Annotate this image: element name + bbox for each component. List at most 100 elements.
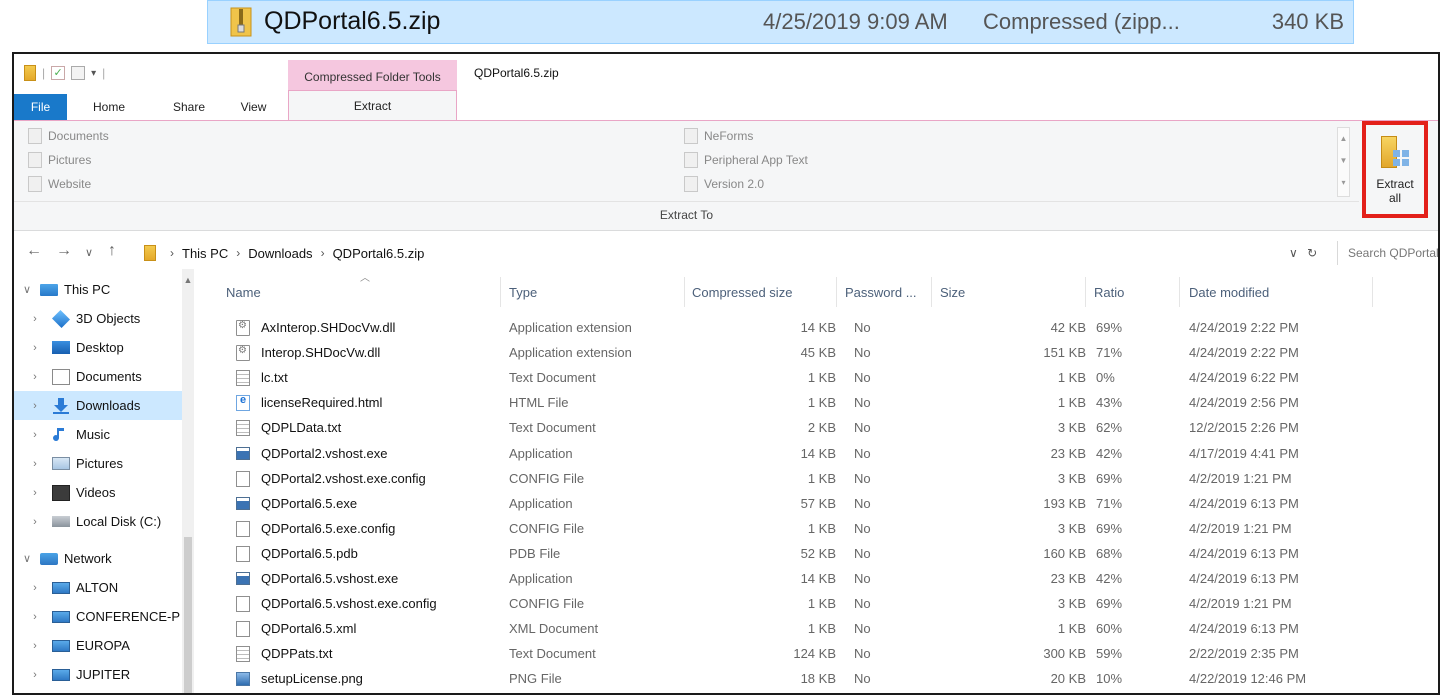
collapsed-chevron-icon[interactable]: ›	[28, 582, 42, 594]
nav-item-alton[interactable]: › ALTON	[14, 573, 182, 602]
nav-item-documents[interactable]: › Documents	[14, 362, 182, 391]
table-row[interactable]: lc.txt Text Document 1 KB No 1 KB 0% 4/24/2019…	[204, 365, 1384, 390]
nav-item-3d-objects[interactable]: › 3D Objects	[14, 304, 182, 333]
nav-item-this-pc[interactable]: ∨ This PC	[14, 275, 182, 304]
address-dropdown-icon[interactable]: ∨	[1289, 246, 1298, 260]
column-divider[interactable]	[1372, 277, 1373, 307]
collapsed-chevron-icon[interactable]: ›	[28, 400, 42, 412]
column-divider[interactable]	[931, 277, 932, 307]
collapsed-chevron-icon[interactable]: ›	[28, 429, 42, 441]
column-header-password[interactable]: Password ...	[845, 281, 917, 305]
videos-icon	[52, 484, 70, 501]
collapsed-chevron-icon[interactable]: ›	[28, 516, 42, 528]
table-row[interactable]: QDPortal6.5.exe Application 57 KB No 193 KB 7…	[204, 491, 1384, 516]
scroll-down-icon[interactable]: ▼	[1338, 150, 1349, 172]
nav-item-desktop[interactable]: › Desktop	[14, 333, 182, 362]
table-row[interactable]: licenseRequired.html HTML File 1 KB No 1 KB 4…	[204, 390, 1384, 415]
customize-toolbar-icon[interactable]: ▾	[91, 68, 96, 79]
scrollbar-thumb[interactable]	[184, 537, 192, 693]
nav-item-music[interactable]: › Music	[14, 420, 182, 449]
nav-item-pictures[interactable]: › Pictures	[14, 449, 182, 478]
tab-home[interactable]: Home	[84, 94, 134, 120]
recent-locations-chevron-icon[interactable]: ∨	[85, 246, 93, 259]
tab-extract[interactable]: Extract	[288, 90, 457, 120]
gallery-scrollbar[interactable]: ▲ ▼ ▾	[1337, 127, 1350, 197]
collapsed-chevron-icon[interactable]: ›	[28, 313, 42, 325]
expanded-chevron-icon[interactable]: ∨	[20, 283, 34, 296]
column-divider[interactable]	[684, 277, 685, 307]
nav-item-local-disk[interactable]: › Local Disk (C:)	[14, 507, 182, 536]
column-divider[interactable]	[1179, 277, 1180, 307]
new-folder-icon[interactable]	[71, 66, 86, 80]
breadcrumb-this-pc[interactable]: This PC	[182, 246, 228, 261]
table-row[interactable]: QDPortal2.vshost.exe Application 14 KB No 23…	[204, 441, 1384, 466]
gallery-expand-icon[interactable]: ▾	[1338, 172, 1349, 194]
table-row[interactable]: setupLicense.png PNG File 18 KB No 20 KB 10% 4…	[204, 666, 1384, 691]
collapsed-chevron-icon[interactable]: ›	[28, 458, 42, 470]
column-header-ratio[interactable]: Ratio	[1094, 281, 1124, 305]
expanded-chevron-icon[interactable]: ∨	[20, 552, 34, 565]
back-arrow-icon[interactable]: ←	[26, 242, 42, 260]
nav-item-conference-p[interactable]: › CONFERENCE-P	[14, 602, 182, 631]
table-row[interactable]: QDPPats.txt Text Document 124 KB No 300 KB 59…	[204, 641, 1384, 666]
tab-share[interactable]: Share	[164, 94, 214, 120]
destination-peripheral-app-text[interactable]: Peripheral App Text	[684, 150, 808, 170]
nav-item-jupiter[interactable]: › JUPITER	[14, 660, 182, 689]
table-row[interactable]: QDPortal6.5.xml XML Document 1 KB No 1 KB 60%…	[204, 616, 1384, 641]
file-type: CONFIG File	[509, 470, 585, 486]
destination-pictures[interactable]: Pictures	[28, 150, 91, 170]
breadcrumb-separator-icon[interactable]: ›	[321, 246, 325, 260]
nav-item-network[interactable]: ∨ Network	[14, 544, 182, 573]
column-divider[interactable]	[1085, 277, 1086, 307]
collapsed-chevron-icon[interactable]: ›	[28, 342, 42, 354]
nav-item-europa[interactable]: › EUROPA	[14, 631, 182, 660]
forward-arrow-icon[interactable]: →	[56, 242, 72, 260]
destination-documents[interactable]: Documents	[28, 126, 109, 146]
extract-all-button[interactable]: Extract all	[1362, 121, 1428, 218]
column-divider[interactable]	[836, 277, 837, 307]
collapsed-chevron-icon[interactable]: ›	[28, 611, 42, 623]
column-divider[interactable]	[500, 277, 501, 307]
destination-website[interactable]: Website	[28, 174, 91, 194]
table-row[interactable]: QDPortal2.vshost.exe.config CONFIG File 1 …	[204, 466, 1384, 491]
computer-icon	[52, 668, 70, 681]
column-header-type[interactable]: Type	[509, 281, 537, 305]
collapsed-chevron-icon[interactable]: ›	[28, 640, 42, 652]
scroll-up-icon[interactable]: ▲	[1338, 128, 1349, 150]
tab-view[interactable]: View	[231, 94, 276, 120]
destination-version-2[interactable]: Version 2.0	[684, 174, 764, 194]
table-row[interactable]: QDPLData.txt Text Document 2 KB No 3 KB 62% 12…	[204, 415, 1384, 440]
collapsed-chevron-icon[interactable]: ›	[28, 371, 42, 383]
search-input[interactable]: Search QDPortal6.5.zip	[1337, 241, 1438, 265]
column-header-name[interactable]: Name	[226, 281, 261, 305]
table-row[interactable]: QDPortal6.5.vshost.exe Application 14 KB No…	[204, 566, 1384, 591]
table-row[interactable]: Interop.SHDocVw.dll Application extension…	[204, 340, 1384, 365]
nav-item-label: This PC	[64, 282, 111, 297]
scroll-up-icon[interactable]: ▲	[182, 275, 194, 285]
collapsed-chevron-icon[interactable]: ›	[28, 487, 42, 499]
column-header-date-modified[interactable]: Date modified	[1189, 281, 1269, 305]
table-row[interactable]: QDPortal6.5.pdb PDB File 52 KB No 160 KB 68% 4…	[204, 541, 1384, 566]
nav-item-label: Desktop	[76, 340, 124, 355]
address-bar[interactable]: › This PC › Downloads › QDPortal6.5.zip	[140, 241, 1327, 265]
properties-icon[interactable]: ✓	[51, 66, 66, 80]
breadcrumb-zip[interactable]: QDPortal6.5.zip	[333, 246, 425, 261]
file-compressed-size: 1 KB	[807, 395, 836, 411]
nav-item-videos[interactable]: › Videos	[14, 478, 182, 507]
up-arrow-icon[interactable]: ↑	[108, 242, 116, 260]
tab-file[interactable]: File	[14, 94, 67, 120]
collapsed-chevron-icon[interactable]: ›	[28, 669, 42, 681]
zoomed-file-row[interactable]: QDPortal6.5.zip 4/25/2019 9:09 AM Compre…	[207, 0, 1354, 44]
column-header-compressed-size[interactable]: Compressed size	[692, 281, 792, 305]
table-row[interactable]: QDPortal6.5.exe.config CONFIG File 1 KB No 3…	[204, 516, 1384, 541]
breadcrumb-downloads[interactable]: Downloads	[248, 246, 312, 261]
column-header-size[interactable]: Size	[940, 281, 965, 305]
breadcrumb-separator-icon[interactable]: ›	[236, 246, 240, 260]
refresh-icon[interactable]: ↻	[1307, 246, 1317, 260]
nav-item-downloads[interactable]: › Downloads	[14, 391, 182, 420]
table-row[interactable]: AxInterop.SHDocVw.dll Application extensi…	[204, 315, 1384, 340]
destination-neforms[interactable]: NeForms	[684, 126, 753, 146]
navigation-pane-scrollbar[interactable]: ▲	[182, 269, 194, 693]
breadcrumb-separator-icon[interactable]: ›	[170, 246, 174, 260]
table-row[interactable]: QDPortal6.5.vshost.exe.config CONFIG File…	[204, 591, 1384, 616]
